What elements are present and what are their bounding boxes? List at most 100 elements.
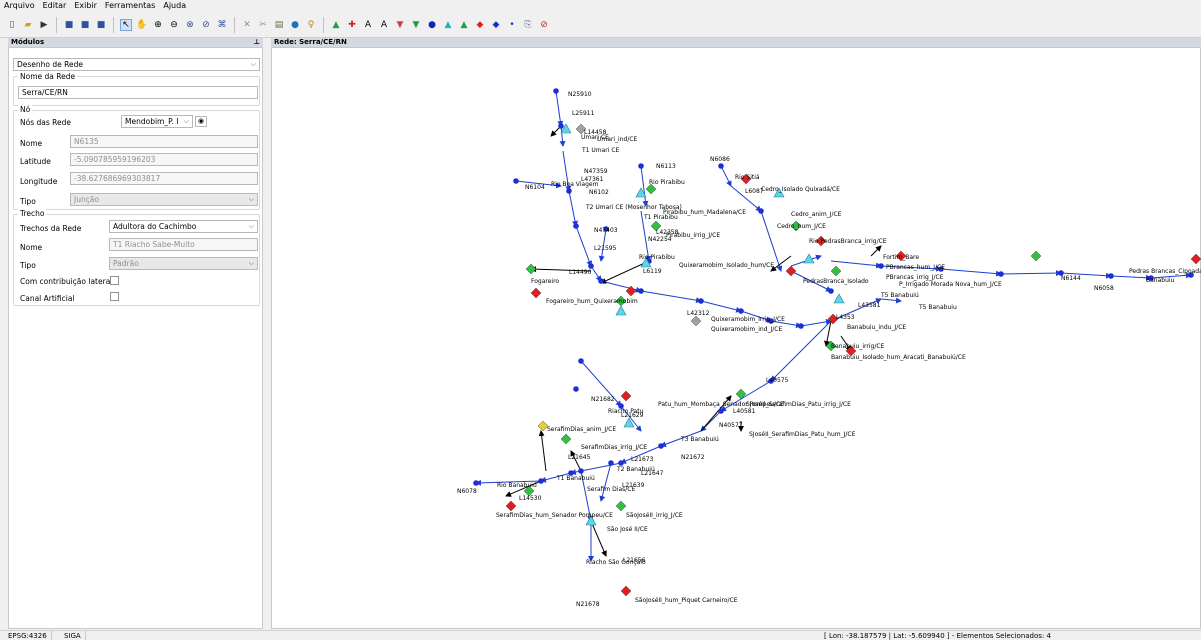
globe-icon[interactable]: ● (289, 19, 301, 31)
segments-select[interactable]: Adultora do Cachimbo ⌵ (109, 220, 258, 233)
chevron-down-icon: ⌵ (248, 259, 254, 267)
save-all-icon[interactable]: ■ (95, 19, 107, 31)
node-green-icon[interactable]: ▲ (330, 19, 342, 31)
text-a2-icon[interactable]: A (378, 19, 390, 31)
demand-node[interactable] (615, 500, 627, 512)
network-node[interactable] (878, 263, 884, 269)
network-node[interactable] (513, 178, 519, 184)
open-icon[interactable]: ▶ (38, 19, 50, 31)
demand-node[interactable] (690, 315, 702, 327)
cyan-triangle-icon[interactable]: ▲ (442, 19, 454, 31)
artificial-channel-checkbox[interactable] (110, 292, 119, 301)
demand-node[interactable] (530, 287, 542, 299)
demand-node[interactable] (1030, 250, 1042, 262)
save-as-icon[interactable]: ■ (79, 19, 91, 31)
latitude-field[interactable]: -5.090785959196203 (70, 153, 258, 166)
pan-hand-icon[interactable]: ✋ (136, 19, 148, 31)
network-node[interactable] (608, 460, 614, 466)
node-name-field[interactable]: N6135 (70, 135, 258, 148)
network-node[interactable] (573, 386, 579, 392)
reservoir-node[interactable] (833, 293, 845, 304)
zoom-in-icon[interactable]: ⊕ (152, 19, 164, 31)
cut-icon[interactable]: ✂ (257, 19, 269, 31)
demand-node[interactable] (505, 500, 517, 512)
nodes-select[interactable]: Mendobim_P. I ⌵ (121, 115, 193, 128)
select-arrow-icon[interactable]: ↖ (120, 18, 132, 31)
lateral-contribution-checkbox[interactable] (110, 276, 119, 285)
menu-exibir[interactable]: Exibir (70, 0, 101, 12)
network-node[interactable] (828, 288, 834, 294)
node-red-icon[interactable]: ✚ (346, 19, 358, 31)
blue-diamond-icon[interactable]: ◆ (490, 19, 502, 31)
network-map-svg[interactable]: N25910L25911L14458Umari_ind/CEUmari CET1… (272, 48, 1201, 630)
demand-node[interactable] (620, 390, 632, 402)
node-type-select[interactable]: Junção ⌵ (70, 193, 258, 206)
balloon2-icon[interactable]: ▼ (410, 19, 422, 31)
zoom-all-icon[interactable]: ⌘ (216, 19, 228, 31)
network-node[interactable] (658, 443, 664, 449)
network-node[interactable] (638, 288, 644, 294)
text-a-icon[interactable]: A (362, 19, 374, 31)
demand-node[interactable] (785, 265, 797, 277)
green-triangle-icon[interactable]: ▲ (458, 19, 470, 31)
network-node[interactable] (698, 298, 704, 304)
demand-node[interactable] (735, 388, 747, 400)
network-node[interactable] (638, 163, 644, 169)
menu-editar[interactable]: Editar (39, 0, 71, 12)
network-node[interactable] (473, 480, 479, 486)
demand-node[interactable] (620, 585, 632, 597)
blue-dot-icon[interactable]: • (506, 19, 518, 31)
reservoir-node[interactable] (623, 417, 635, 428)
map-label: T5 Banabuiú (880, 292, 919, 299)
map-label: N47403 (594, 227, 618, 234)
network-node[interactable] (573, 223, 579, 229)
network-node[interactable] (553, 88, 559, 94)
demand-node[interactable] (525, 263, 537, 275)
map-label: L25911 (572, 110, 595, 117)
link-icon[interactable]: ⎘ (522, 19, 534, 31)
blue-circle-icon[interactable]: ● (426, 19, 438, 31)
network-node[interactable] (798, 323, 804, 329)
paste-icon[interactable]: ▤ (273, 19, 285, 31)
network-node[interactable] (588, 263, 594, 269)
network-map[interactable]: N25910 L25911 L14458 Umari_ind/CE Umari CE T1… (271, 47, 1201, 629)
new-file-icon[interactable]: ▯ (6, 19, 18, 31)
balloon-icon[interactable]: ▼ (394, 19, 406, 31)
network-node[interactable] (578, 468, 584, 474)
network-node[interactable] (578, 358, 584, 364)
no-entry-icon[interactable]: ⊘ (538, 19, 550, 31)
save-icon[interactable]: ■ (63, 19, 75, 31)
menu-arquivo[interactable]: Arquivo (0, 0, 39, 12)
network-node[interactable] (1108, 273, 1114, 279)
network-name-field[interactable]: Serra/CE/RN (18, 86, 258, 99)
reservoir-node[interactable] (615, 305, 627, 316)
eye-icon[interactable]: ◉ (195, 116, 207, 127)
zoom-extent-icon[interactable]: ⊘ (200, 19, 212, 31)
network-node[interactable] (718, 163, 724, 169)
network-node[interactable] (718, 408, 724, 414)
red-diamond-icon[interactable]: ◆ (474, 19, 486, 31)
pin-icon[interactable]: ⊥ (254, 38, 260, 47)
network-node[interactable] (566, 188, 572, 194)
zoom-out-icon[interactable]: ⊖ (168, 19, 180, 31)
zoom-window-icon[interactable]: ⊗ (184, 19, 196, 31)
segment-name-field[interactable]: T1 Riacho Sabe-Muito (109, 238, 258, 251)
menu-ferramentas[interactable]: Ferramentas (101, 0, 159, 12)
network-node[interactable] (538, 478, 544, 484)
menu-ajuda[interactable]: Ajuda (159, 0, 190, 12)
network-node[interactable] (758, 208, 764, 214)
network-node[interactable] (618, 460, 624, 466)
longitude-field[interactable]: -38.627686969303817 (70, 172, 258, 185)
network-node[interactable] (998, 271, 1004, 277)
demand-node[interactable] (830, 265, 842, 277)
network-node[interactable] (558, 123, 564, 129)
network-node[interactable] (738, 308, 744, 314)
weight-icon[interactable]: ♀ (305, 19, 317, 31)
module-select[interactable]: Desenho de Rede ⌵ (13, 58, 260, 71)
segment-type-select[interactable]: Padrão ⌵ (109, 257, 258, 270)
demand-node[interactable] (560, 433, 572, 445)
network-node[interactable] (598, 278, 604, 284)
delete-icon[interactable]: ✕ (241, 19, 253, 31)
open-folder-icon[interactable]: ▰ (22, 19, 34, 31)
demand-node[interactable] (1190, 253, 1201, 265)
